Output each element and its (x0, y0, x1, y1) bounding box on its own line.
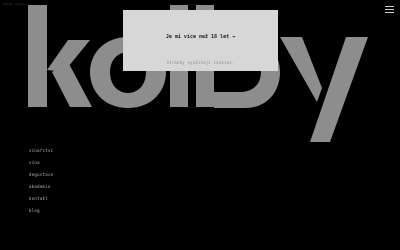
cookies-note: Stránky využívají cookies. (166, 60, 235, 65)
logo-k-leg (52, 62, 92, 107)
nav-item-akademie[interactable]: akademie (29, 184, 53, 196)
age-verification-modal: Je mi více než 18 let → Stránky využívaj… (123, 10, 278, 71)
logo-k-stem (28, 5, 47, 107)
nav-item-degustace[interactable]: degustace (29, 172, 53, 184)
nav-item-blog[interactable]: blog (29, 208, 53, 220)
main-nav: vinařství vína degustace akademie kontak… (29, 148, 53, 220)
nav-item-vinarstvi[interactable]: vinařství (29, 148, 53, 160)
nav-item-vina[interactable]: vína (29, 160, 53, 172)
logo-y-left-arm (280, 37, 322, 102)
age-confirm-button[interactable]: Je mi více než 18 let → (123, 34, 278, 40)
nav-item-kontakt[interactable]: kontakt (29, 196, 53, 208)
